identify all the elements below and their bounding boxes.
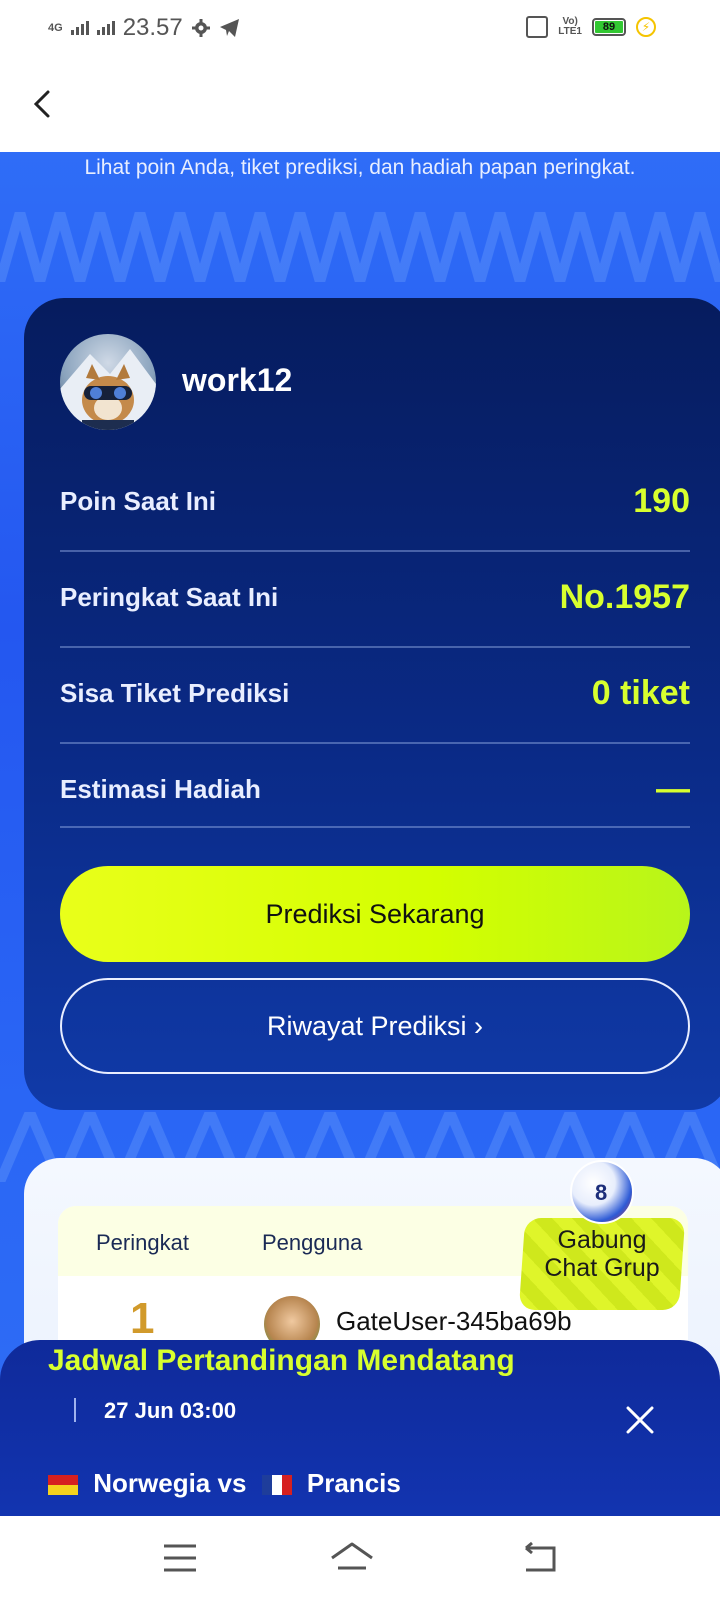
chat-label: Gabung Chat Grup (522, 1226, 682, 1282)
chat-label-line2: Chat Grup (544, 1254, 660, 1282)
back-button[interactable] (24, 82, 64, 126)
battery-icon: 89 (592, 18, 626, 36)
match-time: 27 Jun 03:00 (104, 1398, 237, 1423)
decor-pattern (0, 212, 720, 282)
rank-medal: 1 (130, 1294, 155, 1343)
flag-icon (261, 1475, 292, 1496)
stat-row-points: Poin Saat Ini 190 (60, 456, 690, 552)
football-icon: 8 (570, 1160, 634, 1224)
divider (74, 1398, 76, 1422)
match-row[interactable]: Norwegia vs Prancis (48, 1468, 648, 1498)
menu-button[interactable] (156, 1538, 204, 1578)
stat-row-reward: Estimasi Hadiah — (60, 744, 690, 828)
system-nav-bar (0, 1516, 720, 1600)
stat-label: Estimasi Hadiah (60, 774, 261, 804)
vs-label: vs (217, 1468, 247, 1498)
app-header (0, 56, 720, 152)
chat-label-line1: Gabung (557, 1226, 647, 1254)
team-a: Norwegia (93, 1468, 211, 1498)
telegram-icon (219, 19, 239, 37)
settings-icon (191, 19, 210, 37)
col-user-header: Pengguna (262, 1230, 363, 1255)
col-rank-header: Peringkat (96, 1230, 189, 1255)
avatar (60, 334, 156, 430)
hero-subtitle: Lihat poin Anda, tiket prediksi, dan had… (84, 156, 636, 179)
predict-now-button[interactable]: Prediksi Sekarang (60, 866, 690, 962)
dog-avatar-image (60, 349, 156, 430)
join-chat-group-button[interactable]: 8 Gabung Chat Grup (518, 1160, 686, 1330)
upcoming-matches-sheet: Jadwal Pertandingan Mendatang 27 Jun 03:… (0, 1340, 720, 1516)
stat-value: No.1957 (559, 578, 690, 616)
signal-2-icon (96, 21, 115, 35)
volte-indicator: Vo) LTE1 (558, 16, 582, 37)
stat-row-tickets: Sisa Tiket Prediksi 0 tiket (60, 648, 690, 744)
team-b: Prancis (306, 1468, 401, 1498)
stat-value: 190 (633, 482, 690, 520)
stat-label: Poin Saat Ini (60, 486, 217, 516)
return-icon (525, 1541, 556, 1572)
stat-label: Peringkat Saat Ini (60, 582, 279, 612)
stat-row-rank: Peringkat Saat Ini No.1957 (60, 552, 690, 648)
flag-icon (48, 1475, 78, 1496)
return-button[interactable] (516, 1538, 564, 1578)
stat-value: 0 tiket (591, 674, 690, 712)
status-bar: 4G 23.57 Vo) LTE1 89 ⚡ (0, 0, 720, 56)
back-icon (33, 90, 50, 118)
charging-icon: ⚡ (636, 17, 656, 37)
prediction-history-button[interactable]: Riwayat Prediksi › (60, 978, 690, 1074)
battery-level: 89 (595, 21, 623, 33)
username: work12 (182, 362, 293, 398)
home-button[interactable] (328, 1538, 376, 1578)
status-left: 4G 23.57 (48, 14, 241, 42)
clock: 23.57 (122, 14, 183, 41)
network-type: 4G (48, 22, 63, 34)
close-button[interactable] (622, 1402, 658, 1438)
stat-value: — (656, 770, 690, 808)
home-icon (331, 1542, 373, 1570)
vibrate-icon (526, 16, 549, 38)
signal-icon (70, 21, 89, 35)
schedule-title: Jadwal Pertandingan Mendatang (48, 1344, 515, 1377)
stats-card: work12 Poin Saat Ini 190 Peringkat Saat … (24, 298, 720, 1110)
status-right: Vo) LTE1 89 ⚡ (526, 16, 656, 38)
close-icon (626, 1406, 654, 1434)
stat-label: Sisa Tiket Prediksi (60, 678, 290, 708)
menu-icon (164, 1544, 196, 1572)
